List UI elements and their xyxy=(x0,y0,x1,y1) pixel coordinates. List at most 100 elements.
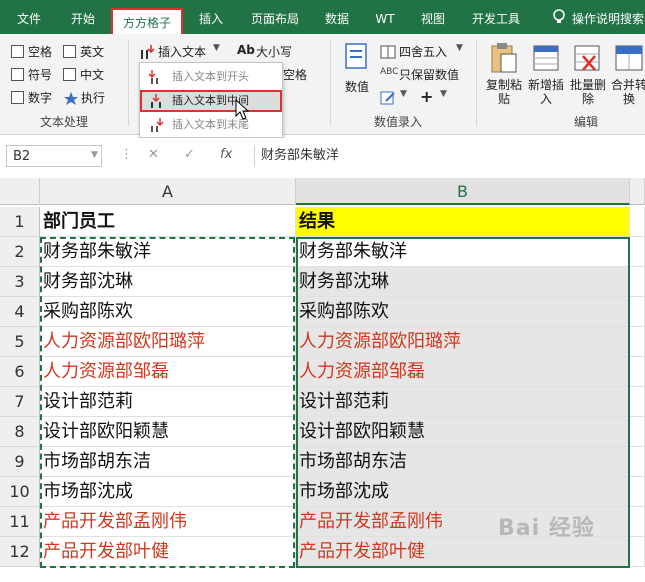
chevron-down-icon[interactable]: ▼ xyxy=(400,89,407,99)
add-insert-icon[interactable] xyxy=(532,42,562,78)
cell-a[interactable]: 财务部沈琳 xyxy=(40,267,296,297)
row-header[interactable]: 2 xyxy=(0,237,40,267)
value-icon[interactable] xyxy=(344,42,370,76)
tab-home[interactable]: 开始 xyxy=(60,0,106,34)
insert-function-button[interactable]: fx xyxy=(220,147,232,162)
cell-b[interactable]: 设计部范莉 xyxy=(296,387,630,417)
edit-icon[interactable] xyxy=(380,90,396,109)
tab-page-layout[interactable]: 页面布局 xyxy=(240,0,310,34)
tab-developer[interactable]: 开发工具 xyxy=(464,0,528,34)
value-button[interactable]: 数值 xyxy=(345,78,369,95)
checkbox-english[interactable] xyxy=(63,45,76,58)
clipboard-icon[interactable] xyxy=(489,42,519,78)
chevron-down-icon[interactable]: ▼ xyxy=(91,150,98,160)
cell-c[interactable] xyxy=(630,387,645,417)
tab-insert[interactable]: 插入 xyxy=(190,0,232,34)
cell-c[interactable] xyxy=(630,357,645,387)
row-header[interactable]: 6 xyxy=(0,357,40,387)
cell-a[interactable]: 设计部欧阳颖慧 xyxy=(40,417,296,447)
tell-me-search[interactable]: 操作说明搜索 xyxy=(572,0,645,34)
cell-b[interactable]: 人力资源部邹磊 xyxy=(296,357,630,387)
cell-a[interactable]: 产品开发部孟刚伟 xyxy=(40,507,296,537)
keep-value-button[interactable]: 只保留数值 xyxy=(399,66,459,83)
cell-c[interactable] xyxy=(630,297,645,327)
checkbox-symbol[interactable] xyxy=(11,68,24,81)
plus-icon[interactable]: + xyxy=(420,87,433,106)
cell-a[interactable]: 市场部胡东洁 xyxy=(40,447,296,477)
cell-b[interactable]: 财务部沈琳 xyxy=(296,267,630,297)
cell-a[interactable]: 采购部陈欢 xyxy=(40,297,296,327)
cancel-icon[interactable]: ✕ xyxy=(148,147,159,162)
execute-icon[interactable] xyxy=(63,90,79,109)
cell-b[interactable]: 市场部胡东洁 xyxy=(296,447,630,477)
row-header[interactable]: 12 xyxy=(0,537,40,567)
header-cell-b[interactable]: 结果 xyxy=(296,207,630,237)
menu-item-insert-middle[interactable]: 插入文本到中间 xyxy=(140,90,282,112)
cell-c[interactable] xyxy=(630,447,645,477)
name-box[interactable]: B2 xyxy=(6,145,102,167)
column-header-c[interactable] xyxy=(630,178,645,205)
cell-c[interactable] xyxy=(630,537,645,567)
add-insert-button[interactable]: 新增插入 xyxy=(526,78,566,106)
cell-a[interactable]: 产品开发部叶健 xyxy=(40,537,296,567)
insert-text-button[interactable]: 插入文本 xyxy=(158,43,206,60)
row-header[interactable]: 1 xyxy=(0,207,40,237)
chevron-down-icon[interactable]: ▼ xyxy=(456,43,463,53)
row-header[interactable]: 10 xyxy=(0,477,40,507)
cell-c[interactable] xyxy=(630,507,645,537)
batch-delete-icon[interactable] xyxy=(573,42,603,78)
tab-data[interactable]: 数据 xyxy=(316,0,358,34)
merge-convert-icon[interactable] xyxy=(614,42,644,78)
cell-b[interactable]: 市场部沈成 xyxy=(296,477,630,507)
cell-a[interactable]: 人力资源部邹磊 xyxy=(40,357,296,387)
column-header-b[interactable]: B xyxy=(296,178,630,205)
row-header[interactable]: 11 xyxy=(0,507,40,537)
header-cell-a[interactable]: 部门员工 xyxy=(40,207,296,237)
row-header[interactable]: 9 xyxy=(0,447,40,477)
cell-b[interactable]: 财务部朱敏洋 xyxy=(296,237,630,267)
label-space: 空格 xyxy=(28,45,53,59)
merge-convert-button[interactable]: 合并转换 xyxy=(610,78,645,106)
row-header[interactable]: 5 xyxy=(0,327,40,357)
menu-item-insert-start[interactable]: 插入文本到开头 xyxy=(140,66,282,88)
ribbon-panel: 空格 英文 符号 中文 数字 执行 文本处理 插入文本 ▼ Ab 大小写 空格 … xyxy=(0,34,645,135)
checkbox-number[interactable] xyxy=(11,91,24,104)
batch-delete-button[interactable]: 批量删除 xyxy=(568,78,608,106)
round-button[interactable]: 四舍五入 xyxy=(399,43,447,60)
checkbox-chinese[interactable] xyxy=(63,68,76,81)
execute-button[interactable]: 执行 xyxy=(81,89,105,106)
cell-c[interactable] xyxy=(630,417,645,447)
cell-c[interactable] xyxy=(630,477,645,507)
cell-a[interactable]: 设计部范莉 xyxy=(40,387,296,417)
row-header[interactable]: 3 xyxy=(0,267,40,297)
row-header[interactable]: 4 xyxy=(0,297,40,327)
case-button[interactable]: 大小写 xyxy=(256,43,292,60)
insert-text-icon[interactable] xyxy=(139,44,157,64)
cell-a[interactable]: 人力资源部欧阳璐萍 xyxy=(40,327,296,357)
cell-c[interactable] xyxy=(630,327,645,357)
select-all-corner[interactable] xyxy=(0,178,40,205)
enter-icon[interactable]: ✓ xyxy=(184,147,195,162)
tab-wt[interactable]: WT xyxy=(364,0,406,34)
chevron-down-icon[interactable]: ▼ xyxy=(213,43,220,53)
cell-a[interactable]: 市场部沈成 xyxy=(40,477,296,507)
cell-b[interactable]: 人力资源部欧阳璐萍 xyxy=(296,327,630,357)
cell-c[interactable] xyxy=(630,237,645,267)
cell-b[interactable]: 设计部欧阳颖慧 xyxy=(296,417,630,447)
chevron-down-icon[interactable]: ▼ xyxy=(440,89,447,99)
menu-item-insert-end[interactable]: 插入文本到末尾 xyxy=(140,114,282,136)
copy-paste-button[interactable]: 复制粘贴 xyxy=(485,78,523,106)
cell-a[interactable]: 财务部朱敏洋 xyxy=(40,237,296,267)
cell-c[interactable] xyxy=(630,267,645,297)
row-header[interactable]: 8 xyxy=(0,417,40,447)
row-header[interactable]: 7 xyxy=(0,387,40,417)
checkbox-space[interactable] xyxy=(11,45,24,58)
round-icon xyxy=(380,44,396,63)
ribbon-tab-bar: 文件 开始 方方格子 插入 页面布局 数据 WT 视图 开发工具 操作说明搜索 xyxy=(0,0,645,38)
cell-b[interactable]: 采购部陈欢 xyxy=(296,297,630,327)
formula-input[interactable]: 财务部朱敏洋 xyxy=(254,145,645,167)
tab-file[interactable]: 文件 xyxy=(6,0,52,34)
tab-view[interactable]: 视图 xyxy=(412,0,454,34)
column-header-a[interactable]: A xyxy=(40,178,296,205)
cell-c[interactable] xyxy=(630,207,645,237)
